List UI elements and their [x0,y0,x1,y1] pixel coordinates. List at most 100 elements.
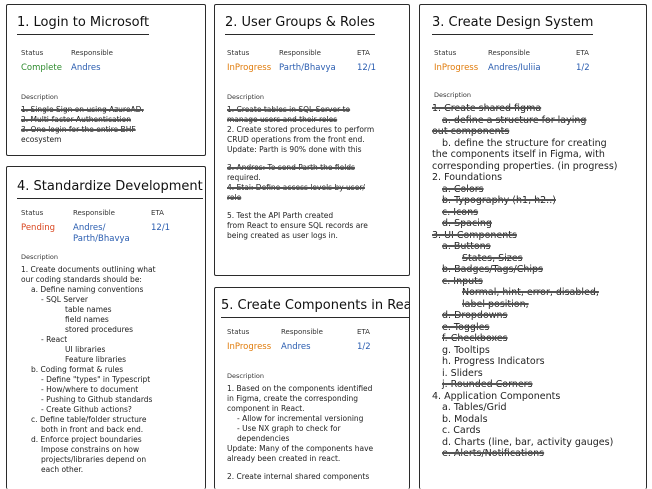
line: Impose constrains on how [41,445,140,454]
line: UI libraries [65,345,106,354]
line: 3. One login for the entire BHF [21,125,136,134]
line: role [227,193,242,202]
line: h. Progress Indicators [442,356,545,367]
line: b. Typography (h1, h2..) [442,195,556,206]
line: 1. Create shared figma [432,103,542,114]
line: 1. Based on the components identified [227,384,373,393]
line: Normal, hint, error, disabled, [462,287,599,298]
line: States, Sizes [462,252,523,264]
line: d. Spacing [442,218,492,229]
responsible-label: Responsible [488,49,530,57]
line: 2. Multi-factor Authentication [21,115,131,124]
line: g. Tooltips [442,344,490,356]
line: ecosystem [21,135,62,144]
status-label: Status [21,209,44,217]
responsible-label: Responsible [281,328,323,336]
status-value: Complete [21,63,62,73]
line: c. Inputs [442,275,483,287]
description-lines: 1. Create documents outlining what our c… [21,265,156,475]
responsible-label: Responsible [279,49,321,57]
line: manage users and their roles [227,115,338,124]
line: dependencies [237,434,290,443]
line: CRUD operations from the front end. [227,135,365,144]
status-value: InProgress [434,63,479,73]
eta-label: ETA [357,328,370,336]
card-title: 2. User Groups & Roles [225,15,375,35]
line: our coding standards should be: [21,275,142,284]
status-label: Status [434,49,457,57]
line: - Pushing to Github standards [41,395,153,404]
line: b. Badges/Tags/Chips [442,264,543,275]
status-value: Pending [21,223,55,233]
card-create-design-system[interactable]: 3. Create Design System Status Responsib… [419,4,647,489]
line: f. Checkboxes [442,333,508,344]
line: both in front and back end. [41,425,144,434]
line: Feature libraries [65,355,127,364]
line: - Create Github actions? [41,405,132,414]
line: already been created in react. [227,454,341,463]
eta-value: 12/1 [151,223,171,233]
eta-value: 12/1 [357,63,377,73]
line: b. Coding format & rules [31,365,124,374]
description-label: Description [227,93,265,101]
line: c. Cards [442,425,481,436]
card-login-to-microsoft[interactable]: 1. Login to Microsoft Status Responsible… [6,4,206,156]
line: corresponding properties. (in progress) [432,160,618,172]
card-title: 3. Create Design System [432,15,594,35]
line: - Use NX graph to check for [237,424,341,433]
line: 1. Single Sign on using AzureAD. [21,105,144,114]
card-user-groups-roles[interactable]: 2. User Groups & Roles Status Responsibl… [214,4,410,276]
line: 4. Application Components [432,390,561,402]
line: a. Tables/Grid [442,402,507,413]
line: c. Icons [442,206,479,218]
description-lines: 1. Create shared figma a. define a struc… [432,103,618,460]
card-title: 1. Login to Microsoft [17,15,150,35]
card-title: 4. Standardize Development [17,179,203,199]
line: a. Buttons [442,241,491,252]
line: j. Rounded Corners [442,379,533,390]
card-standardize-development[interactable]: 4. Standardize Development Status Respon… [6,166,206,489]
card-title: 5. Create Components in React [221,298,409,318]
line: being created as user logs in. [227,231,338,240]
status-value: InProgress [227,63,272,73]
eta-value: 1/2 [357,342,371,352]
line: - React [41,335,68,344]
line: d. Enforce project boundaries [31,435,142,444]
line: 2. Create internal shared components [227,472,370,481]
description-label: Description [21,253,59,261]
line: out components [432,126,510,137]
responsible-value: Andres/Iuliia [488,63,541,73]
status-value: InProgress [227,342,272,352]
line: the components itself in Figma, with [432,149,605,160]
line: label position, [462,298,529,310]
eta-label: ETA [357,49,370,57]
responsible-value: Parth/Bhavya [279,63,336,73]
status-label: Status [21,49,44,57]
line: projects/libraries depend on [41,455,147,464]
responsible-label: Responsible [71,49,113,57]
line: d. Dropdowns [442,310,508,321]
description-lines: 1. Create tables in SQL Server to manage… [227,105,374,241]
eta-value: 1/2 [576,63,590,73]
line: 1. Create documents outlining what [21,265,156,274]
line: e. Alerts/Notifications [442,448,545,459]
card-create-components-react[interactable]: 5. Create Components in React Status Res… [214,287,410,489]
line: - SQL Server [41,295,88,304]
line: 3. UI Components [432,229,517,241]
line: - Allow for incremental versioning [237,414,364,423]
line: i. Sliders [442,367,483,379]
line: 4. Etai: Define access levels by user/ [227,183,365,192]
line: 3. Andres: To send Parth the fields [227,163,355,172]
line: 2. Foundations [432,172,503,183]
line: field names [65,315,109,324]
line: a. Colors [442,183,484,195]
responsible-label: Responsible [73,209,115,217]
line: c. Define table/folder structure [31,415,147,424]
line: Update: Many of the components have [227,444,374,453]
eta-label: ETA [576,49,589,57]
eta-label: ETA [151,209,164,217]
line: 2. Create stored procedures to perform [227,125,375,134]
line: - Define "types" in Typescript [41,375,151,384]
status-label: Status [227,49,250,57]
line: a. define a structure for laying [442,114,587,126]
